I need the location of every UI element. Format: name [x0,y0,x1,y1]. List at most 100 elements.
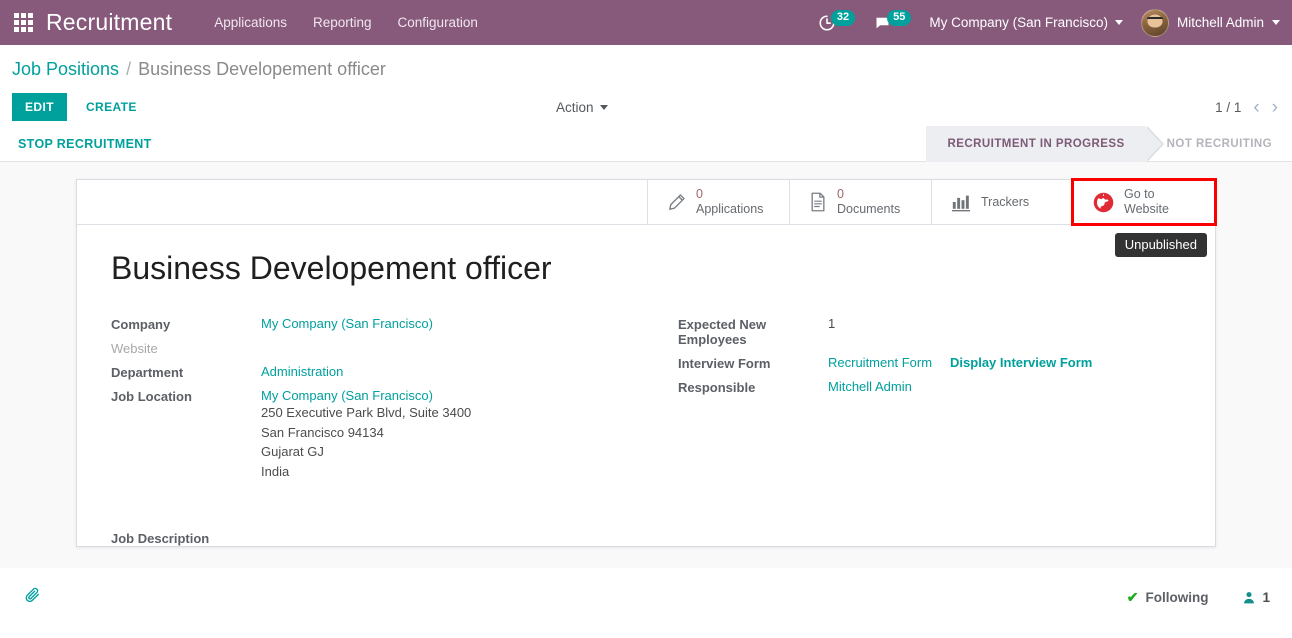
messages-count-badge: 55 [887,9,912,26]
following-label: Following [1145,589,1209,605]
responsible-label: Responsible [678,380,756,396]
company-switcher[interactable]: My Company (San Francisco) [929,15,1123,30]
messages-menu[interactable]: 55 [873,9,912,32]
breadcrumb: Job Positions / Business Developement of… [0,45,1292,88]
trackers-stat-button[interactable]: Trackers [931,180,1073,224]
chatter-footer: ✔ Following 1 [0,568,1292,626]
form-body: Business Developement officer Company My… [77,225,1215,499]
applications-stat-button[interactable]: 0 Applications [647,180,789,224]
menu-item-configuration[interactable]: Configuration [398,15,478,30]
activities-menu[interactable]: 32 [818,9,856,32]
chevron-left-icon[interactable]: ‹ [1253,98,1259,117]
navbar-right-tools: 32 55 My Company (San Francisco) Mitchel… [818,8,1280,37]
chatter-right-tools: ✔ Following 1 [1127,589,1270,606]
documents-label: Documents [837,202,901,216]
department-label: Department [111,365,184,381]
pager-counter: 1 / 1 [1215,99,1242,115]
status-step-recruitment-in-progress[interactable]: RECRUITMENT IN PROGRESS [925,125,1164,162]
control-panel: EDIT CREATE Action 1 / 1 ‹ › [0,88,1292,126]
field-company: Company My Company (San Francisco) [111,316,646,332]
record-pager: 1 / 1 ‹ › [1215,98,1278,117]
address-line-1: 250 Executive Park Blvd, Suite 3400 [261,405,472,421]
activities-count-badge: 32 [830,9,856,26]
expected-new-employees-label: Expected New Employees [678,316,828,347]
company-name: My Company (San Francisco) [929,15,1108,30]
form-background: 0 Applications 0 Documents Trackers Go t… [0,162,1292,568]
apps-grid-icon [13,13,33,32]
edit-button[interactable]: EDIT [12,93,67,121]
company-label: Company [111,317,171,333]
chevron-down-icon [1114,20,1123,25]
form-sheet: 0 Applications 0 Documents Trackers Go t… [76,178,1217,548]
action-menu-label: Action [556,99,594,115]
pencil-icon [669,193,685,210]
avatar [1140,8,1169,37]
breadcrumb-separator: / [126,59,132,79]
website-label: Website [111,341,158,357]
chevron-right-icon[interactable]: › [1272,98,1278,117]
following-toggle[interactable]: ✔ Following [1127,589,1209,606]
breadcrumb-parent-link[interactable]: Job Positions [12,59,119,80]
status-step-not-recruiting[interactable]: NOT RECRUITING [1145,126,1292,162]
field-interview-form: Interview Form Recruitment Form Display … [678,355,1181,371]
display-interview-form-button[interactable]: Display Interview Form [950,355,1092,370]
go-to-website-line1: Go to [1124,187,1155,201]
go-to-website-text: Go to Website [1124,187,1169,217]
menu-item-reporting[interactable]: Reporting [313,15,372,30]
interview-form-values: Recruitment Form Display Interview Form [828,355,1092,370]
user-menu[interactable]: Mitchell Admin [1140,8,1280,37]
expected-new-employees-label-line1: Expected New [678,317,767,333]
job-description-label: Job Description [111,531,210,547]
job-location-value-block: My Company (San Francisco) 250 Executive… [261,388,471,481]
app-brand-title[interactable]: Recruitment [46,9,172,36]
form-columns: Company My Company (San Francisco) Websi… [111,316,1181,489]
expected-new-employees-label-line2: Employees [678,332,747,348]
document-icon [811,192,825,212]
followers-button[interactable]: 1 [1242,590,1270,605]
chevron-down-icon [1272,20,1280,25]
go-to-website-line2: Website [1124,202,1169,216]
action-menu[interactable]: Action [556,100,608,115]
menu-item-applications[interactable]: Applications [214,15,287,30]
department-value[interactable]: Administration [261,364,343,379]
job-location-value[interactable]: My Company (San Francisco) [261,388,471,403]
field-responsible: Responsible Mitchell Admin [678,379,1181,395]
check-icon: ✔ [1126,588,1139,605]
field-department: Department Administration [111,364,646,380]
top-navbar: Recruitment Applications Reporting Confi… [0,0,1292,45]
form-column-left: Company My Company (San Francisco) Websi… [111,316,646,489]
address-line-4: India [261,463,290,479]
expected-new-employees-value[interactable]: 1 [828,316,835,331]
documents-stat-button[interactable]: 0 Documents [789,180,931,224]
applications-label: Applications [696,202,764,216]
globe-icon [1093,192,1114,212]
stop-recruitment-button[interactable]: STOP RECRUITMENT [18,137,152,151]
company-value[interactable]: My Company (San Francisco) [261,316,433,331]
documents-count: 0 [837,187,844,201]
bar-chart-icon [951,195,971,212]
attachment-button[interactable] [24,587,41,607]
main-menu: Applications Reporting Configuration [214,15,478,30]
field-website: Website [111,340,646,356]
form-column-right: Expected New Employees 1 Interview Form … [646,316,1181,489]
job-location-label: Job Location [111,389,192,405]
address-line-2: San Francisco 94134 [261,424,384,440]
responsible-value[interactable]: Mitchell Admin [828,379,912,394]
field-expected-new-employees: Expected New Employees 1 [678,316,1181,347]
interview-form-label: Interview Form [678,356,771,372]
interview-form-value[interactable]: Recruitment Form [828,355,932,370]
trackers-label: Trackers [981,194,1030,209]
chevron-down-icon [599,104,608,110]
address-line-3: Gujarat GJ [261,444,324,460]
page-title: Business Developement officer [111,250,552,286]
create-button[interactable]: CREATE [73,93,150,121]
apps-menu-toggle[interactable] [0,0,46,45]
applications-stat-text: 0 Applications [696,187,763,217]
go-to-website-button[interactable]: Go to Website [1071,178,1217,226]
applications-count: 0 [696,187,703,201]
unpublished-tooltip: Unpublished [1114,233,1207,257]
stat-button-box: 0 Applications 0 Documents Trackers Go t… [77,178,1217,226]
field-job-location: Job Location My Company (San Francisco) … [111,388,646,481]
documents-stat-text: 0 Documents [837,187,900,217]
user-icon [1244,591,1255,603]
